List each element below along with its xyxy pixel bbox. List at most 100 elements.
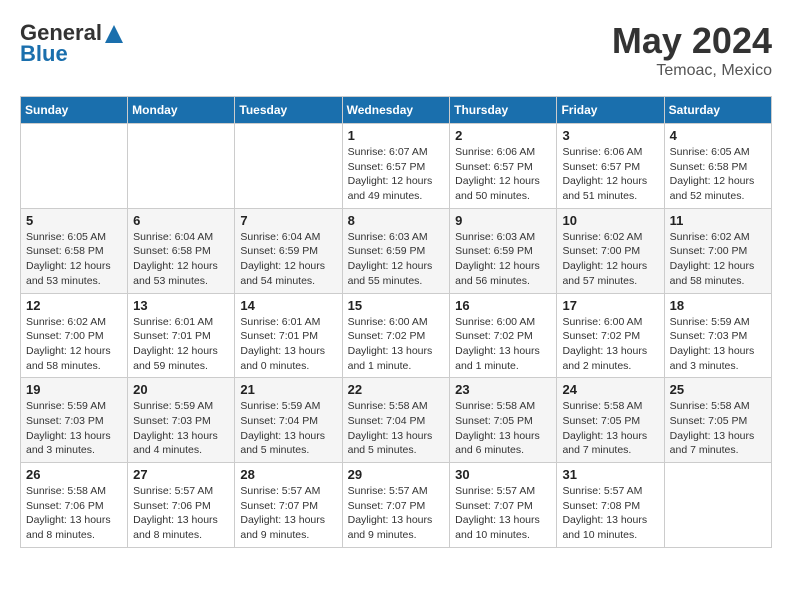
page-header: General Blue May 2024 Temoac, Mexico (20, 20, 772, 80)
day-info: Sunrise: 5:58 AM Sunset: 7:06 PM Dayligh… (26, 484, 122, 543)
col-wednesday: Wednesday (342, 97, 450, 124)
day-number: 2 (455, 128, 551, 143)
day-number: 20 (133, 382, 229, 397)
day-number: 3 (562, 128, 658, 143)
table-row: 6Sunrise: 6:04 AM Sunset: 6:58 PM Daylig… (128, 208, 235, 293)
day-number: 21 (240, 382, 336, 397)
day-info: Sunrise: 6:00 AM Sunset: 7:02 PM Dayligh… (455, 315, 551, 374)
table-row: 28 Sunrise: 5:57 AM Sunset: 7:07 PM Dayli… (235, 463, 342, 548)
table-row: 15 Sunrise: 6:00 AM Sunset: 7:02 PM Dayli… (342, 293, 450, 378)
day-number: 1 (348, 128, 445, 143)
table-row: 11 Sunrise: 6:02 AM Sunset: 7:00 PM Dayli… (664, 208, 771, 293)
calendar-week-row: 19Sunrise: 5:59 AM Sunset: 7:03 PM Dayli… (21, 378, 772, 463)
day-info: Sunrise: 6:06 AM Sunset: 6:57 PM Dayligh… (562, 145, 658, 204)
day-number: 22 (348, 382, 445, 397)
day-info: Sunrise: 6:02 AM Sunset: 7:00 PM Dayligh… (670, 230, 766, 289)
table-row (235, 124, 342, 209)
day-info: Sunrise: 5:57 AM Sunset: 7:07 PM Dayligh… (240, 484, 336, 543)
title-area: May 2024 Temoac, Mexico (612, 20, 772, 80)
calendar-week-row: 12 Sunrise: 6:02 AM Sunset: 7:00 PM Dayli… (21, 293, 772, 378)
table-row: 25 Sunrise: 5:58 AM Sunset: 7:05 PM Dayli… (664, 378, 771, 463)
day-info: Sunrise: 5:59 AM Sunset: 7:03 PM Dayligh… (133, 399, 229, 458)
col-tuesday: Tuesday (235, 97, 342, 124)
day-number: 28 (240, 467, 336, 482)
calendar-table: Sunday Monday Tuesday Wednesday Thursday… (20, 96, 772, 548)
table-row (21, 124, 128, 209)
table-row: 7Sunrise: 6:04 AM Sunset: 6:59 PM Daylig… (235, 208, 342, 293)
day-info: Sunrise: 5:58 AM Sunset: 7:05 PM Dayligh… (562, 399, 658, 458)
table-row: 9Sunrise: 6:03 AM Sunset: 6:59 PM Daylig… (450, 208, 557, 293)
day-number: 30 (455, 467, 551, 482)
day-number: 31 (562, 467, 658, 482)
day-number: 8 (348, 213, 445, 228)
day-number: 23 (455, 382, 551, 397)
day-info: Sunrise: 6:01 AM Sunset: 7:01 PM Dayligh… (240, 315, 336, 374)
table-row: 30 Sunrise: 5:57 AM Sunset: 7:07 PM Dayli… (450, 463, 557, 548)
day-info: Sunrise: 6:01 AM Sunset: 7:01 PM Dayligh… (133, 315, 229, 374)
table-row: 19Sunrise: 5:59 AM Sunset: 7:03 PM Dayli… (21, 378, 128, 463)
day-number: 25 (670, 382, 766, 397)
day-info: Sunrise: 6:03 AM Sunset: 6:59 PM Dayligh… (455, 230, 551, 289)
table-row: 18 Sunrise: 5:59 AM Sunset: 7:03 PM Dayli… (664, 293, 771, 378)
day-number: 7 (240, 213, 336, 228)
day-info: Sunrise: 5:58 AM Sunset: 7:05 PM Dayligh… (670, 399, 766, 458)
table-row: 17Sunrise: 6:00 AM Sunset: 7:02 PM Dayli… (557, 293, 664, 378)
day-number: 14 (240, 298, 336, 313)
logo-text-blue: Blue (20, 41, 123, 67)
day-info: Sunrise: 5:57 AM Sunset: 7:07 PM Dayligh… (348, 484, 445, 543)
day-info: Sunrise: 6:05 AM Sunset: 6:58 PM Dayligh… (26, 230, 122, 289)
table-row: 5 Sunrise: 6:05 AM Sunset: 6:58 PM Daylig… (21, 208, 128, 293)
col-monday: Monday (128, 97, 235, 124)
day-number: 27 (133, 467, 229, 482)
table-row: 16 Sunrise: 6:00 AM Sunset: 7:02 PM Dayli… (450, 293, 557, 378)
table-row: 14 Sunrise: 6:01 AM Sunset: 7:01 PM Dayli… (235, 293, 342, 378)
day-info: Sunrise: 5:58 AM Sunset: 7:05 PM Dayligh… (455, 399, 551, 458)
table-row: 31 Sunrise: 5:57 AM Sunset: 7:08 PM Dayli… (557, 463, 664, 548)
logo: General Blue (20, 20, 123, 67)
day-info: Sunrise: 6:00 AM Sunset: 7:02 PM Dayligh… (348, 315, 445, 374)
day-info: Sunrise: 5:57 AM Sunset: 7:08 PM Dayligh… (562, 484, 658, 543)
day-number: 18 (670, 298, 766, 313)
table-row: 1 Sunrise: 6:07 AM Sunset: 6:57 PM Daylig… (342, 124, 450, 209)
location-label: Temoac, Mexico (612, 62, 772, 80)
calendar-week-row: 1 Sunrise: 6:07 AM Sunset: 6:57 PM Daylig… (21, 124, 772, 209)
day-info: Sunrise: 5:59 AM Sunset: 7:03 PM Dayligh… (26, 399, 122, 458)
calendar-header-row: Sunday Monday Tuesday Wednesday Thursday… (21, 97, 772, 124)
table-row: 24 Sunrise: 5:58 AM Sunset: 7:05 PM Dayli… (557, 378, 664, 463)
day-number: 13 (133, 298, 229, 313)
day-info: Sunrise: 6:03 AM Sunset: 6:59 PM Dayligh… (348, 230, 445, 289)
table-row: 27 Sunrise: 5:57 AM Sunset: 7:06 PM Dayli… (128, 463, 235, 548)
day-info: Sunrise: 6:06 AM Sunset: 6:57 PM Dayligh… (455, 145, 551, 204)
day-number: 15 (348, 298, 445, 313)
day-number: 6 (133, 213, 229, 228)
table-row (128, 124, 235, 209)
day-number: 11 (670, 213, 766, 228)
day-number: 10 (562, 213, 658, 228)
table-row: 21 Sunrise: 5:59 AM Sunset: 7:04 PM Dayli… (235, 378, 342, 463)
table-row: 3 Sunrise: 6:06 AM Sunset: 6:57 PM Daylig… (557, 124, 664, 209)
day-info: Sunrise: 5:59 AM Sunset: 7:04 PM Dayligh… (240, 399, 336, 458)
day-number: 16 (455, 298, 551, 313)
col-sunday: Sunday (21, 97, 128, 124)
day-number: 24 (562, 382, 658, 397)
table-row: 2 Sunrise: 6:06 AM Sunset: 6:57 PM Daylig… (450, 124, 557, 209)
day-info: Sunrise: 6:02 AM Sunset: 7:00 PM Dayligh… (26, 315, 122, 374)
col-thursday: Thursday (450, 97, 557, 124)
day-info: Sunrise: 6:07 AM Sunset: 6:57 PM Dayligh… (348, 145, 445, 204)
table-row: 10Sunrise: 6:02 AM Sunset: 7:00 PM Dayli… (557, 208, 664, 293)
day-number: 4 (670, 128, 766, 143)
col-saturday: Saturday (664, 97, 771, 124)
day-number: 12 (26, 298, 122, 313)
table-row: 26 Sunrise: 5:58 AM Sunset: 7:06 PM Dayli… (21, 463, 128, 548)
table-row: 22Sunrise: 5:58 AM Sunset: 7:04 PM Dayli… (342, 378, 450, 463)
day-number: 5 (26, 213, 122, 228)
day-number: 26 (26, 467, 122, 482)
table-row: 20 Sunrise: 5:59 AM Sunset: 7:03 PM Dayli… (128, 378, 235, 463)
col-friday: Friday (557, 97, 664, 124)
day-info: Sunrise: 5:59 AM Sunset: 7:03 PM Dayligh… (670, 315, 766, 374)
day-info: Sunrise: 5:57 AM Sunset: 7:07 PM Dayligh… (455, 484, 551, 543)
month-year-title: May 2024 (612, 20, 772, 62)
day-number: 29 (348, 467, 445, 482)
table-row: 23 Sunrise: 5:58 AM Sunset: 7:05 PM Dayli… (450, 378, 557, 463)
day-info: Sunrise: 5:57 AM Sunset: 7:06 PM Dayligh… (133, 484, 229, 543)
